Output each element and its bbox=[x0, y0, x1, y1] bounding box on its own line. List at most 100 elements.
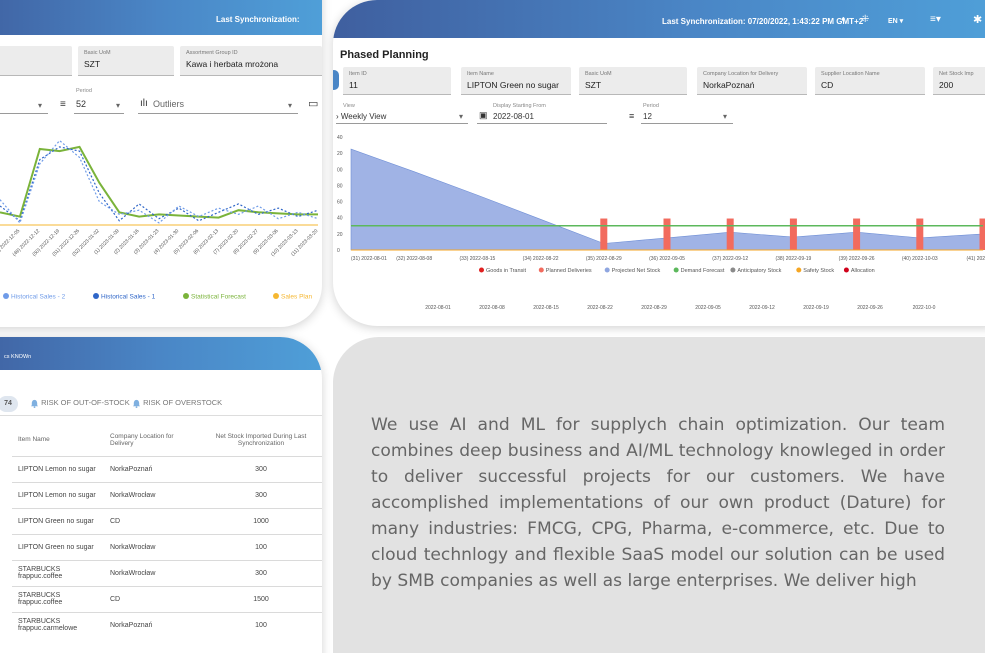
x-tick-label: (40) 2022-10-03 bbox=[902, 256, 938, 262]
tab-risk-overstock[interactable]: RISK OF OVERSTOCK bbox=[132, 398, 222, 408]
panel1-header: Last Synchronization: bbox=[0, 0, 322, 35]
x-tick-label: (35) 2022-08-29 bbox=[586, 256, 622, 262]
y-tick-label: 00 bbox=[337, 167, 343, 173]
timeline-label: 2022-08-29 bbox=[641, 305, 667, 311]
language-select[interactable]: EN ▾ bbox=[888, 17, 903, 25]
y-tick-label: 40 bbox=[337, 216, 343, 222]
sync-label: Last Synchronization: bbox=[216, 15, 300, 24]
legend-label: Statistical Forecast bbox=[191, 294, 246, 301]
legend-marker bbox=[843, 267, 849, 273]
table-row[interactable]: LIPTON Lemon no sugar NorkaPoznań 300 bbox=[12, 455, 322, 482]
tab-risk-out-of-stock[interactable]: RISK OF OUT-OF-STOCK bbox=[30, 398, 130, 408]
legend-marker bbox=[3, 293, 9, 299]
column-header[interactable]: Item Name bbox=[12, 424, 104, 456]
timeline-label: 2022-08-08 bbox=[479, 305, 505, 311]
series-line-statistical-forecast bbox=[0, 145, 318, 219]
filter-icon[interactable]: ≡ bbox=[60, 99, 66, 110]
series-line-historical-sales-1 bbox=[0, 146, 319, 222]
filter-icon[interactable]: ≡ bbox=[629, 111, 634, 121]
legend-marker bbox=[273, 293, 279, 299]
bar-planned-deliveries bbox=[663, 218, 671, 250]
legend-label: Allocation bbox=[851, 268, 875, 274]
timeline-label: 2022-10-0 bbox=[913, 305, 936, 311]
x-tick-label: (31) 2022-08-01 bbox=[351, 256, 387, 262]
expand-icon[interactable]: ⁜ bbox=[861, 14, 869, 25]
legend-label: Sales Plan bbox=[281, 294, 312, 301]
table-row[interactable]: STARBUCKS frappuc.coffee NorkaWrocław 300 bbox=[12, 559, 322, 586]
menu-icon[interactable]: ≡▾ bbox=[930, 14, 941, 25]
bar-planned-deliveries bbox=[600, 218, 608, 250]
table-row[interactable]: STARBUCKS frappuc.coffee CD 1500 bbox=[12, 585, 322, 612]
legend-label: Anticipatory Stock bbox=[737, 268, 781, 274]
x-tick-label: (37) 2022-09-12 bbox=[712, 256, 748, 262]
calendar-icon[interactable]: ▣ bbox=[479, 110, 488, 121]
page-title: Phased Planning bbox=[340, 49, 429, 61]
timeline-label: 2022-09-05 bbox=[695, 305, 721, 311]
legend-label: Demand Forecast bbox=[681, 268, 725, 274]
panel2-header: Last Synchronization: 07/20/2022, 1:43:2… bbox=[333, 0, 985, 38]
column-header[interactable]: Net Stock Imported During Last Synchroni… bbox=[200, 424, 322, 456]
risk-panel: cs KNOWn 74 RISK OF OUT-OF-STOCK RISK OF… bbox=[0, 337, 322, 653]
bar-planned-deliveries bbox=[853, 218, 861, 250]
gear-icon[interactable]: ✱ bbox=[973, 13, 982, 26]
back-button[interactable] bbox=[333, 70, 339, 90]
timeline-label: 2022-08-15 bbox=[533, 305, 559, 311]
start-date-input[interactable]: 2022-08-01 bbox=[493, 112, 534, 121]
legend-marker bbox=[673, 267, 679, 273]
legend-marker bbox=[93, 293, 99, 299]
table-row[interactable]: STARBUCKS frappuc.carmelowe NorkaPoznań 10… bbox=[12, 611, 322, 638]
legend-marker bbox=[730, 267, 736, 273]
legend-label: Goods in Transit bbox=[486, 268, 527, 274]
legend-marker bbox=[604, 267, 610, 273]
timeline-label: 2022-08-22 bbox=[587, 305, 613, 311]
view-select[interactable]: › Weekly View bbox=[336, 112, 386, 121]
table-row[interactable]: LIPTON Green no sugar CD 1000 bbox=[12, 507, 322, 534]
bar-planned-deliveries bbox=[726, 218, 734, 250]
period-select[interactable]: 52 bbox=[76, 99, 86, 109]
phased-planning-panel: Last Synchronization: 07/20/2022, 1:43:2… bbox=[333, 0, 985, 326]
y-tick-label: 80 bbox=[337, 183, 343, 189]
chevron-down-icon[interactable]: ▾ bbox=[116, 101, 120, 110]
x-tick-label: (41) 2022-10-1 bbox=[966, 256, 985, 262]
calendar-icon[interactable]: ▭ bbox=[308, 97, 318, 110]
theme-toggle-icon[interactable]: ◐ bbox=[841, 14, 847, 25]
legend-label: Projected Net Stock bbox=[612, 268, 661, 274]
outliers-select[interactable]: Outliers bbox=[153, 99, 184, 109]
y-tick-label: 0 bbox=[337, 248, 340, 254]
header-caption: cs KNOWn bbox=[4, 354, 32, 360]
bell-icon bbox=[132, 399, 141, 408]
chevron-down-icon[interactable]: ▾ bbox=[723, 112, 727, 121]
x-tick-label: (39) 2022-09-26 bbox=[839, 256, 875, 262]
bar-planned-deliveries bbox=[916, 218, 924, 250]
table-row[interactable]: LIPTON Green no sugar NorkaWrocław 100 bbox=[12, 533, 322, 560]
table-row[interactable]: LIPTON Lemon no sugar NorkaWrocław 300 bbox=[12, 481, 322, 508]
legend-marker bbox=[479, 267, 484, 273]
x-tick-label: (38) 2022-09-19 bbox=[775, 256, 811, 262]
chevron-down-icon[interactable]: ▾ bbox=[459, 112, 463, 121]
company-description-panel: We use AI and ML for supplych chain opti… bbox=[333, 337, 985, 653]
item-name-field: Item Name LIPTON Green no sugar bbox=[461, 67, 571, 95]
y-tick-label: 20 bbox=[337, 151, 343, 157]
risk-table: Item Name Company Location for Delivery … bbox=[12, 424, 322, 638]
net-stock-field: Net Stock Imp 200 bbox=[933, 67, 985, 95]
chevron-down-icon[interactable]: ▾ bbox=[288, 101, 292, 110]
view-dropdown-arrow[interactable]: ▾ bbox=[38, 101, 42, 110]
sales-forecast-chart: (47) 2022-11-28(48) 2022-12-05(49) 2022-… bbox=[0, 139, 320, 301]
table-header-row: Item Name Company Location for Delivery … bbox=[12, 424, 322, 456]
legend-label: Planned Deliveries bbox=[546, 268, 592, 274]
basic-uom-field: Basic UoM SZT bbox=[78, 46, 174, 76]
timeline-label: 2022-09-26 bbox=[857, 305, 883, 311]
count-badge: 74 bbox=[0, 396, 18, 412]
timeline-label: 2022-08-01 bbox=[425, 305, 451, 311]
delivery-location-field: Company Location for Delivery NorkaPoznań bbox=[697, 67, 807, 95]
item-id-field: Item ID 11 bbox=[343, 67, 451, 95]
period-select[interactable]: 12 bbox=[643, 112, 652, 121]
column-header[interactable]: Company Location for Delivery bbox=[104, 424, 200, 456]
company-description: We use AI and ML for supplych chain opti… bbox=[371, 415, 945, 591]
legend-label: Historical Sales - 2 bbox=[11, 294, 66, 301]
supplier-location-field: Supplier Location Name CD bbox=[815, 67, 925, 95]
panel3-header: cs KNOWn bbox=[0, 337, 322, 370]
y-tick-label: 20 bbox=[337, 232, 343, 238]
legend-label: Safety Stock bbox=[803, 268, 834, 274]
x-tick-label: (36) 2022-09-05 bbox=[649, 256, 685, 262]
